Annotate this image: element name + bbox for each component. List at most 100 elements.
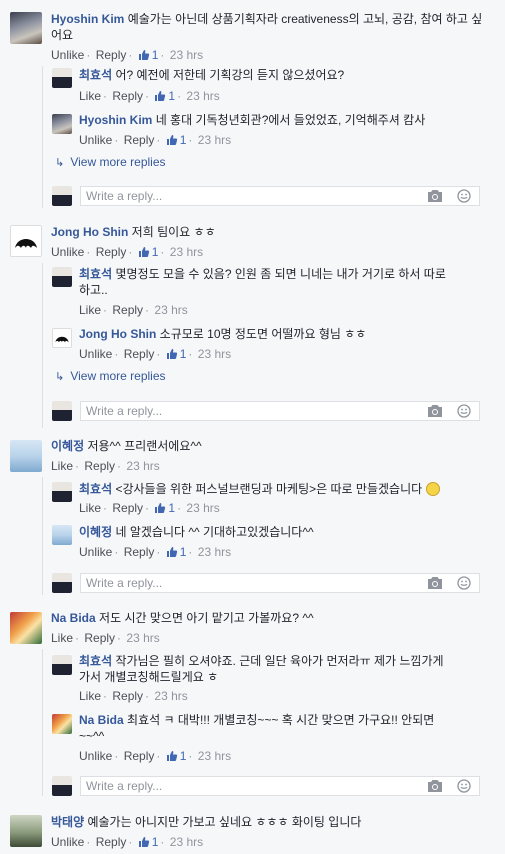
reply-box[interactable] xyxy=(80,401,480,421)
avatar[interactable] xyxy=(52,482,72,502)
reply-button[interactable]: Reply xyxy=(84,459,115,473)
emoji-icon[interactable] xyxy=(457,779,471,793)
reply-box[interactable] xyxy=(80,186,480,206)
reply-actions: Unlike · Reply · 1 · 23 hrs xyxy=(79,133,232,147)
comment-author[interactable]: 박태양 xyxy=(51,815,84,829)
emoji-icon[interactable] xyxy=(457,404,471,418)
reply-button[interactable]: Reply xyxy=(96,835,127,849)
timestamp[interactable]: 23 hrs xyxy=(198,749,231,763)
emoji-icon[interactable] xyxy=(457,576,471,590)
like-button[interactable]: Like xyxy=(79,303,101,317)
reply-button[interactable]: Reply xyxy=(112,89,143,103)
camera-icon[interactable] xyxy=(427,576,443,590)
comment-author[interactable]: Na Bida xyxy=(51,611,96,625)
avatar[interactable] xyxy=(10,225,42,257)
timestamp[interactable]: 23 hrs xyxy=(198,347,231,361)
reply-box[interactable] xyxy=(80,573,480,593)
timestamp[interactable]: 23 hrs xyxy=(154,689,187,703)
reply-box[interactable] xyxy=(80,776,480,796)
avatar[interactable] xyxy=(10,12,42,44)
timestamp[interactable]: 23 hrs xyxy=(186,89,219,103)
reply-button[interactable]: Reply xyxy=(124,545,155,559)
like-button[interactable]: Like xyxy=(51,631,73,645)
avatar xyxy=(52,573,72,593)
timestamp[interactable]: 23 hrs xyxy=(186,501,219,515)
timestamp[interactable]: 23 hrs xyxy=(154,303,187,317)
avatar[interactable] xyxy=(10,612,42,644)
reply-input[interactable] xyxy=(81,402,381,420)
unlike-button[interactable]: Unlike xyxy=(79,347,112,361)
view-more-replies[interactable]: ↳ View more replies xyxy=(55,369,166,383)
avatar[interactable] xyxy=(52,714,72,734)
like-button[interactable]: Like xyxy=(51,459,73,473)
reply-author[interactable]: 최효석 xyxy=(79,654,112,668)
reply-author[interactable]: Jong Ho Shin xyxy=(79,327,156,341)
unlike-button[interactable]: Unlike xyxy=(79,545,112,559)
view-more-replies[interactable]: ↳ View more replies xyxy=(55,155,166,169)
comment-actions: Like · Reply · 23 hrs xyxy=(51,459,160,473)
like-button[interactable]: Like xyxy=(79,89,101,103)
timestamp[interactable]: 23 hrs xyxy=(170,835,203,849)
comment-author[interactable]: 이혜정 xyxy=(51,439,84,453)
reply-actions: Unlike · Reply · 1 · 23 hrs xyxy=(79,347,232,361)
reply-button[interactable]: Reply xyxy=(96,48,127,62)
reply-input[interactable] xyxy=(81,574,381,592)
camera-icon[interactable] xyxy=(427,404,443,418)
reply-button[interactable]: Reply xyxy=(124,347,155,361)
avatar[interactable] xyxy=(52,655,72,675)
reply-rail xyxy=(42,477,43,595)
timestamp[interactable]: 23 hrs xyxy=(198,545,231,559)
reply-author[interactable]: 최효석 xyxy=(79,267,112,281)
unlike-button[interactable]: Unlike xyxy=(51,835,84,849)
thumbs-up-icon[interactable] xyxy=(166,348,178,360)
thumbs-up-icon[interactable] xyxy=(138,836,150,848)
thumbs-up-icon[interactable] xyxy=(154,502,166,514)
reply-button[interactable]: Reply xyxy=(96,245,127,259)
thumbs-up-icon[interactable] xyxy=(138,246,150,258)
reply-button[interactable]: Reply xyxy=(112,501,143,515)
timestamp[interactable]: 23 hrs xyxy=(126,631,159,645)
thumbs-up-icon[interactable] xyxy=(154,90,166,102)
reply-button[interactable]: Reply xyxy=(124,749,155,763)
comment-text: 이혜정 저용^^ 프리랜서에요^^ xyxy=(51,439,202,453)
unlike-button[interactable]: Unlike xyxy=(51,245,84,259)
reply-rail xyxy=(42,263,43,428)
reply-input[interactable] xyxy=(81,777,381,795)
avatar[interactable] xyxy=(52,267,72,287)
avatar[interactable] xyxy=(52,525,72,545)
reply-button[interactable]: Reply xyxy=(112,303,143,317)
timestamp[interactable]: 23 hrs xyxy=(126,459,159,473)
avatar[interactable] xyxy=(52,328,72,348)
avatar[interactable] xyxy=(10,815,42,847)
camera-icon[interactable] xyxy=(427,189,443,203)
reply-button[interactable]: Reply xyxy=(84,631,115,645)
camera-icon[interactable] xyxy=(427,779,443,793)
reply-text: Hyoshin Kim 네 홍대 기독청년회관?에서 들었었죠, 기억해주셔 캄… xyxy=(79,113,426,127)
avatar[interactable] xyxy=(10,440,42,472)
timestamp[interactable]: 23 hrs xyxy=(170,48,203,62)
reply-author[interactable]: 이혜정 xyxy=(79,525,112,539)
emoji-icon[interactable] xyxy=(457,189,471,203)
timestamp[interactable]: 23 hrs xyxy=(170,245,203,259)
comment-author[interactable]: Jong Ho Shin xyxy=(51,225,128,239)
avatar[interactable] xyxy=(52,68,72,88)
like-button[interactable]: Like xyxy=(79,501,101,515)
thumbs-up-icon[interactable] xyxy=(166,134,178,146)
reply-button[interactable]: Reply xyxy=(124,133,155,147)
thumbs-up-icon[interactable] xyxy=(166,546,178,558)
comment-author[interactable]: Hyoshin Kim xyxy=(51,12,124,26)
reply-input[interactable] xyxy=(81,187,381,205)
unlike-button[interactable]: Unlike xyxy=(51,48,84,62)
thumbs-up-icon[interactable] xyxy=(166,750,178,762)
like-button[interactable]: Like xyxy=(79,689,101,703)
unlike-button[interactable]: Unlike xyxy=(79,133,112,147)
reply-author[interactable]: Na Bida xyxy=(79,713,124,727)
reply-button[interactable]: Reply xyxy=(112,689,143,703)
thumbs-up-icon[interactable] xyxy=(138,49,150,61)
reply-author[interactable]: 최효석 xyxy=(79,482,112,496)
reply-author[interactable]: 최효석 xyxy=(79,68,112,82)
unlike-button[interactable]: Unlike xyxy=(79,749,112,763)
reply-author[interactable]: Hyoshin Kim xyxy=(79,113,152,127)
timestamp[interactable]: 23 hrs xyxy=(198,133,231,147)
avatar[interactable] xyxy=(52,114,72,134)
